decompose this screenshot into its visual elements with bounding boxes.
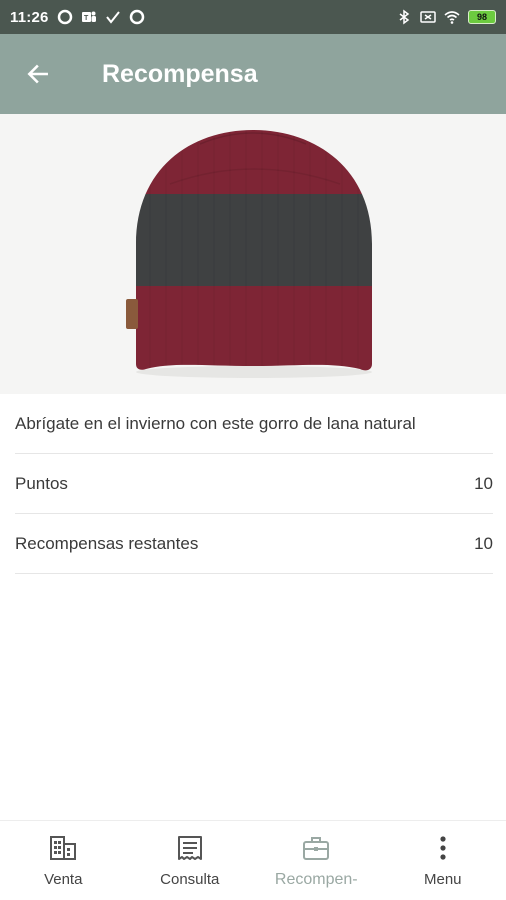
check-icon [105,9,121,25]
status-left: 11:26 T [10,9,145,26]
page-title: Recompensa [102,59,258,88]
teams-icon: T [81,9,97,25]
nav-item-venta[interactable]: Venta [0,821,127,900]
status-bar: 11:26 T 98 [0,0,506,34]
battery-icon: 98 [468,10,496,24]
building-icon [50,836,77,860]
circle-icon [129,9,145,25]
back-button[interactable] [10,46,66,102]
product-image [0,114,506,394]
reward-details: Abrígate en el invierno con este gorro d… [15,394,493,574]
status-time: 11:26 [10,8,49,26]
reward-description: Abrígate en el invierno con este gorro d… [15,394,493,454]
nav-label-consulta: Consulta [160,871,220,888]
app-bar: Recompensa [0,34,506,114]
more-vert-icon [440,836,446,860]
svg-text:T: T [84,15,89,22]
nav-item-menu[interactable]: Menu [380,821,506,900]
nav-label-recompensas: Recompen- [274,870,358,888]
wifi-icon [444,9,460,25]
arrow-left-icon [27,64,48,84]
bottom-nav: Venta Consulta Recompen- Menu [0,820,506,900]
points-row: Puntos 10 [15,454,493,514]
beanie-hat-image [0,114,506,394]
receipt-icon [177,836,202,860]
status-right: 98 [396,9,496,25]
nav-item-recompensas[interactable]: Recompen- [253,821,380,900]
screen-icon [420,9,436,25]
nav-label-menu: Menu [423,871,462,888]
nav-label-venta: Venta [44,871,83,888]
circle-icon [57,9,73,25]
remaining-rewards-value: 10 [474,533,493,553]
briefcase-icon [303,836,330,860]
nav-item-consulta[interactable]: Consulta [127,821,254,900]
points-value: 10 [474,473,493,493]
points-label: Puntos [15,473,68,493]
remaining-rewards-row: Recompensas restantes 10 [15,514,493,574]
bluetooth-icon [396,9,412,25]
remaining-rewards-label: Recompensas restantes [15,533,199,553]
